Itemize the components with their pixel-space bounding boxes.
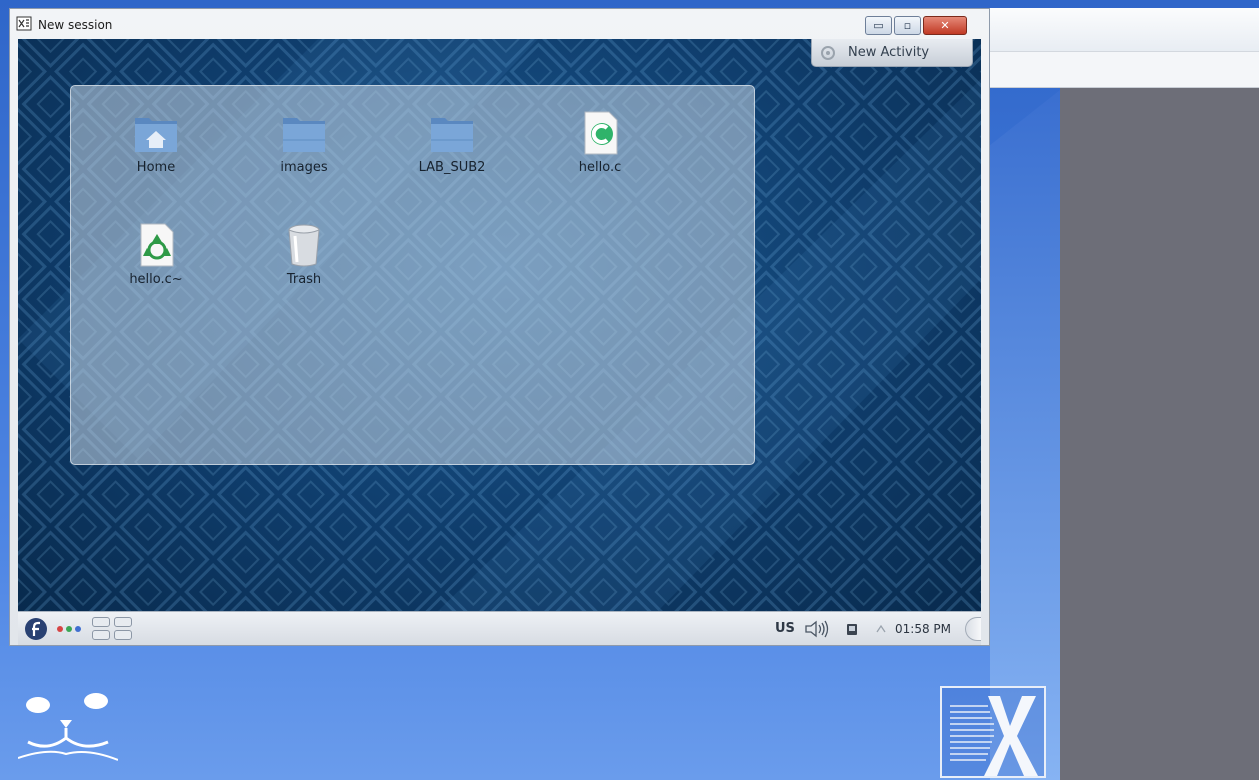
desktop-item-trash[interactable]: Trash — [259, 222, 349, 287]
window-title: New session — [38, 18, 113, 32]
backup-file-icon — [140, 223, 174, 267]
new-activity-button[interactable]: New Activity — [811, 39, 973, 67]
folder-icon — [283, 118, 325, 152]
desktop-item-label: LAB_SUB2 — [418, 160, 486, 175]
minimize-button[interactable]: ▭ — [865, 16, 892, 35]
host-wallpaper-curve — [990, 90, 1060, 780]
desktop-item-label: Trash — [286, 272, 322, 287]
x-server-logo — [940, 686, 1046, 778]
keyboard-layout-indicator[interactable]: US — [775, 621, 795, 636]
panel-toolbox-button[interactable] — [965, 617, 981, 641]
tray-expand-icon[interactable] — [875, 623, 887, 635]
desktop-item-label: hello.c — [578, 160, 622, 175]
new-activity-label: New Activity — [848, 45, 930, 60]
desktop-item-lab-sub2[interactable]: LAB_SUB2 — [407, 110, 497, 175]
mascot-logo — [18, 693, 118, 761]
guest-panel: US 01:58 PM — [18, 611, 981, 645]
c-source-file-icon — [584, 111, 618, 155]
fedora-menu-icon[interactable] — [24, 617, 48, 641]
host-background-window-toolbar — [990, 8, 1259, 52]
remote-desktop-screen[interactable]: New Activity Home images LAB_SUB2 hello.… — [18, 39, 981, 611]
host-background-window — [990, 8, 1259, 88]
volume-icon[interactable] — [804, 619, 832, 639]
desktop-item-hello-c[interactable]: hello.c — [555, 110, 645, 175]
session-app-icon — [16, 16, 32, 31]
maximize-button[interactable]: ▫ — [894, 16, 921, 35]
folder-view-widget: Home images LAB_SUB2 hello.c hello.c~ Tr… — [70, 85, 755, 465]
home-folder-icon — [135, 118, 177, 152]
trash-icon — [288, 224, 320, 267]
close-button[interactable]: ✕ — [923, 16, 967, 35]
network-icon[interactable] — [845, 621, 859, 637]
activity-switcher-icon[interactable] — [56, 625, 82, 633]
window-titlebar[interactable]: New session ▭ ▫ ✕ — [10, 9, 989, 39]
folder-icon — [431, 118, 473, 152]
desktop-item-label: Home — [136, 160, 176, 175]
desktop-item-images[interactable]: images — [259, 110, 349, 175]
activity-icon — [821, 46, 835, 60]
host-side-panel — [1060, 88, 1259, 780]
panel-clock[interactable]: 01:58 PM — [895, 622, 951, 636]
desktop-item-label: images — [280, 160, 328, 175]
session-window: New session ▭ ▫ ✕ New Activity Home imag… — [9, 8, 990, 646]
desktop-item-hello-c-backup[interactable]: hello.c~ — [111, 222, 201, 287]
desktop-item-home[interactable]: Home — [111, 110, 201, 175]
desktop-item-label: hello.c~ — [129, 272, 183, 287]
virtual-desktop-pager[interactable] — [92, 617, 134, 641]
